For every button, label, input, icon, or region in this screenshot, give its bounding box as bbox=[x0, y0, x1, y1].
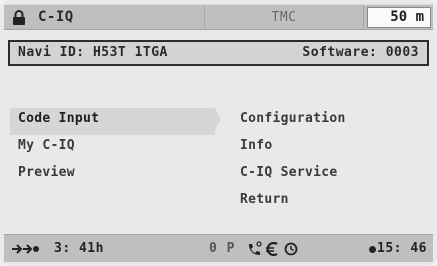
menu-item-my-c-iq[interactable]: My C-IQ bbox=[10, 135, 215, 162]
status-icons bbox=[249, 241, 298, 257]
menu-item-configuration[interactable]: Configuration bbox=[232, 108, 432, 135]
lock-icon bbox=[13, 10, 25, 25]
menu-item-code-input[interactable]: Code Input bbox=[10, 108, 221, 135]
phone-icon bbox=[249, 241, 262, 255]
map-scale: 50 m bbox=[367, 7, 431, 28]
software-version: Software: 0003 bbox=[302, 45, 419, 60]
menu-item-preview[interactable]: Preview bbox=[10, 162, 215, 189]
menu-item-c-iq-service[interactable]: C-IQ Service bbox=[232, 162, 432, 189]
navigation-screen: C-IQ TMC 50 m Navi ID: H53T 1TGA Softwar… bbox=[0, 0, 437, 266]
app-title: C-IQ bbox=[38, 9, 74, 25]
clock-dot-icon bbox=[369, 246, 376, 253]
tmc-indicator: TMC bbox=[204, 5, 364, 30]
top-bar: C-IQ TMC 50 m bbox=[4, 4, 433, 30]
menu-item-info[interactable]: Info bbox=[232, 135, 432, 162]
navi-id: Navi ID: H53T 1TGA bbox=[18, 45, 168, 60]
menu-left: Code Input My C-IQ Preview bbox=[10, 108, 221, 189]
route-arrow-icon bbox=[12, 244, 39, 254]
status-bar: 3: 41h 0 P 15: 46 bbox=[4, 234, 433, 262]
gps-status: 0 P bbox=[209, 241, 236, 256]
euro-icon bbox=[266, 241, 278, 257]
menu-item-return[interactable]: Return bbox=[232, 189, 432, 216]
clock-icon bbox=[284, 242, 298, 256]
info-bar: Navi ID: H53T 1TGA Software: 0003 bbox=[8, 40, 429, 66]
menu-right: Configuration Info C-IQ Service Return bbox=[232, 108, 432, 216]
remaining-time: 3: 41h bbox=[54, 241, 104, 256]
clock: 15: 46 bbox=[377, 241, 427, 256]
